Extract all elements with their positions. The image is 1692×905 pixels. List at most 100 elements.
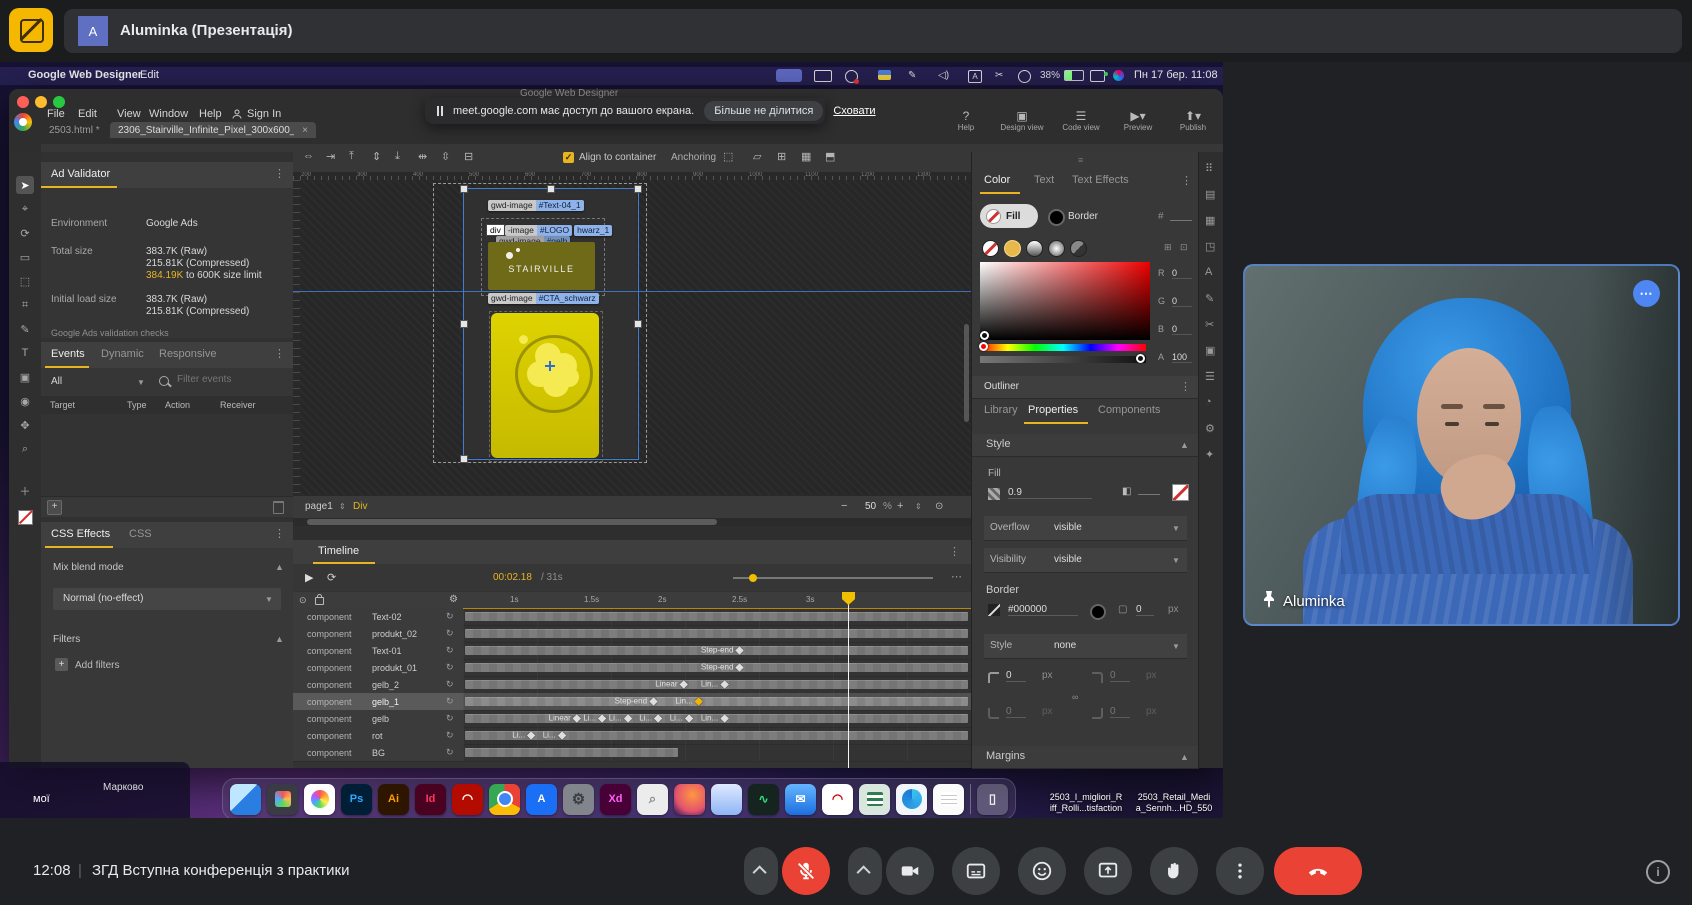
delete-event-icon[interactable] [273,501,284,514]
collapse-icon[interactable]: ▲ [275,634,284,644]
comments-panel-icon[interactable]: ▤ [1205,188,1215,201]
chip-cta-schwarz[interactable]: gwd-image#CTA_schwarz [488,293,599,304]
same-size-icon[interactable]: ⊟ [464,150,473,163]
tab-2503[interactable]: 2503.html * [49,125,100,136]
fit-view-icon[interactable]: ⊙ [935,501,943,512]
keyframe-selected[interactable]: Lin... [675,697,701,706]
end-call-button[interactable] [1274,847,1362,895]
panel-menu-icon[interactable]: ⋮ [1181,174,1193,187]
input-source-icon[interactable]: A [968,70,982,83]
tab-stairville-active[interactable]: 2306_Stairville_Infinite_Pixel_300x600_v… [110,122,316,138]
loop-icon[interactable]: ↻ [446,679,454,690]
raise-hand-button[interactable] [1150,847,1198,895]
display-icon[interactable] [1090,70,1105,82]
timeline-ruler[interactable]: 1s 1.5s 2s 2.5s 3s [463,592,971,609]
dock-settings-icon[interactable]: ⚙ [563,784,594,815]
menu-help[interactable]: Help [199,108,222,120]
loop-icon[interactable]: ↻ [446,645,454,656]
shape-tool[interactable]: ▭ [16,248,34,266]
presenter-strip[interactable]: A Aluminka (Презентація) [64,9,1682,53]
flag-input-icon[interactable] [878,70,891,80]
swatch-grid-icon[interactable]: ⊞ [1164,242,1172,253]
keyframe[interactable]: Li... [670,714,692,723]
hex-input[interactable] [1170,220,1192,221]
dock-photos-icon[interactable] [304,784,335,815]
radius-value-3[interactable]: 0 [1006,706,1026,718]
camera-options-caret[interactable] [848,847,882,895]
settings-panel-icon[interactable]: ⚙ [1205,422,1215,435]
panel-menu-icon[interactable]: ⋮ [949,545,961,558]
tab-library[interactable]: Library [984,404,1018,416]
timeline-row-gelb-1-selected[interactable]: componentgelb_1↻ Step-end Lin... [293,693,971,711]
tab-color[interactable]: Color [984,174,1010,186]
events-filter-value[interactable]: All [51,376,62,387]
page-selector[interactable]: page1 [305,501,333,512]
dock-notes-icon[interactable] [933,784,964,815]
keyframe[interactable]: Linear [549,714,580,723]
crop-tool[interactable]: ⬚ [16,272,34,290]
validation-checks-label[interactable]: Google Ads validation checks [51,328,169,338]
collapse-icon[interactable]: ▲ [1180,440,1189,450]
preview-action[interactable]: ▶▾Preview [1109,109,1167,132]
add-filters-label[interactable]: Add filters [75,660,119,671]
dock-preview-icon[interactable]: ⌕ [637,784,668,815]
border-color-swatch[interactable] [1090,604,1106,620]
chip-edit-input[interactable]: div [486,224,505,236]
handle[interactable] [460,455,468,463]
dock-xd-icon[interactable]: Xd [600,784,631,815]
ungroup-icon[interactable]: ⊞ [777,150,786,163]
transform-tool[interactable]: ⌖ [16,200,34,218]
stop-sharing-button[interactable]: Більше не ділитися [704,101,823,121]
eyedropper-tool[interactable]: ◉ [16,392,34,410]
pen-panel-icon[interactable]: ✎ [1205,292,1214,305]
loop-icon[interactable]: ↻ [446,747,454,758]
radius-value-2[interactable]: 0 [1110,670,1130,682]
timeline-row-gelb-2[interactable]: componentgelb_2↻ Linear Lin... [293,676,971,694]
keyframe[interactable]: Step-end [701,663,742,672]
menu-edit[interactable]: Edit [78,108,97,120]
color-panel-icon[interactable]: ◔ [1205,396,1212,408]
dock-trash-icon[interactable]: ▯ [977,784,1008,815]
loop-icon[interactable]: ↻ [446,611,454,622]
webcam-tile[interactable]: Aluminka ⋯ [1243,264,1680,626]
saturation-square[interactable] [980,262,1150,340]
siri-icon[interactable] [1113,70,1124,81]
selection-tool[interactable]: ➤ [16,176,34,194]
tab-close-icon[interactable]: × [302,125,308,136]
distribute-v-icon[interactable]: ⇳ [441,150,450,163]
paint-bucket-icon[interactable]: ◧ [1122,486,1131,497]
rotate-tool[interactable]: ⟳ [16,224,34,242]
swatch-radial-gradient[interactable] [1048,240,1065,257]
timeline-zoom-slider[interactable] [733,577,933,579]
captions-button[interactable] [952,847,1000,895]
loop-icon[interactable]: ↻ [446,662,454,673]
menu-window[interactable]: Window [149,108,188,120]
keyframe[interactable]: Lin... [701,714,727,723]
tab-events[interactable]: Events [51,348,85,360]
window-icon[interactable] [814,70,832,82]
timeline-tab[interactable]: Timeline [318,545,359,557]
panel-grip-icon[interactable]: ≡ [1078,155,1083,165]
canvas-vscrollbar[interactable] [964,324,969,422]
dock-sheets-icon[interactable] [859,784,890,815]
swatch-split[interactable] [1070,240,1087,257]
panel-menu-icon[interactable]: ⋮ [274,527,286,540]
sign-in-button[interactable]: Sign In [247,108,281,120]
border-style-row[interactable]: Style none ▼ [984,634,1187,659]
menubar-edit-menu[interactable]: Edit [140,69,159,81]
camera-button[interactable] [886,847,934,895]
lock-column-icon[interactable] [315,597,324,605]
library-panel-icon[interactable]: ☰ [1205,370,1215,383]
style-section-header[interactable]: Style ▲ [972,434,1199,457]
mic-options-caret[interactable] [744,847,778,895]
radius-link-icon[interactable]: ∞ [1072,692,1078,702]
add-tool-icon[interactable]: ＋ [16,482,34,500]
more-options-button[interactable] [1216,847,1264,895]
timeline-row-text-02[interactable]: componentText-02↻ [293,608,971,626]
b-value[interactable]: 0 [1172,324,1192,335]
layers-panel-icon[interactable]: ▣ [1205,344,1215,357]
dock-finder-icon[interactable] [230,784,261,815]
handle[interactable] [460,185,468,193]
tab-responsive[interactable]: Responsive [159,348,216,360]
help-action[interactable]: ?Help [937,109,995,132]
